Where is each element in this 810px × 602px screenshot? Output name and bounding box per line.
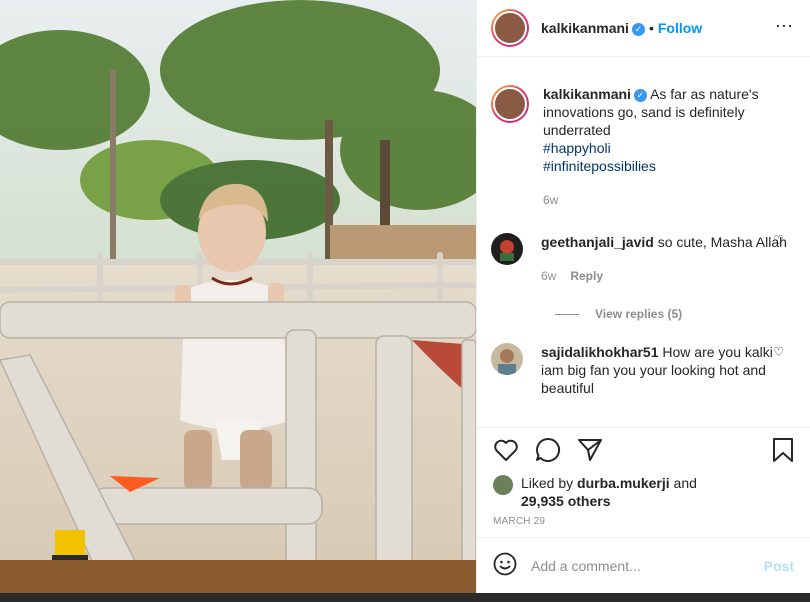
author-info: kalkikanmani ✓ • Follow [541,20,702,36]
liked-by-prefix: Liked by [521,475,574,491]
post-side-panel: kalkikanmani ✓ • Follow ⋯ kalkikanmani ✓ As … [476,0,810,593]
post-header: kalkikanmani ✓ • Follow ⋯ [477,0,810,57]
verified-badge-icon: ✓ [633,89,647,102]
share-paper-plane-icon[interactable] [577,437,603,466]
commenter-avatar-image [500,240,514,261]
more-options-icon[interactable]: ⋯ [775,17,794,35]
emoji-smiley-icon[interactable] [493,552,517,579]
comments-list[interactable]: kalkikanmani ✓ As far as nature's innovat… [477,57,810,427]
comment-item: sajidalikhokhar51 How are you kalki iam … [491,343,794,397]
post-image-illustration [0,0,476,602]
comment-username[interactable]: sajidalikhokhar51 [541,344,659,360]
view-replies-label: View replies (5) [595,307,683,321]
reply-button[interactable]: Reply [570,269,603,283]
bookmark-icon[interactable] [772,437,794,466]
comment-input[interactable] [531,557,764,574]
follow-button[interactable]: Follow [658,20,702,36]
add-comment-bar: Post [477,537,810,593]
likes-text: Liked by durba.mukerji and 29,935 others [521,474,697,510]
comment-meta: 6w Reply [541,267,787,285]
comment-body: sajidalikhokhar51 How are you kalki iam … [541,343,794,397]
action-icons [493,437,794,466]
post-photo[interactable] [0,0,476,602]
comment-bubble-icon[interactable] [535,437,561,466]
author-username[interactable]: kalkikanmani [541,20,629,36]
caption-avatar[interactable] [491,85,529,123]
post-comment-button[interactable]: Post [764,558,794,574]
verified-badge-icon: ✓ [631,23,645,36]
view-replies-line [555,313,579,315]
like-comment-heart-icon[interactable]: ♡ [773,345,784,359]
caption-username[interactable]: kalkikanmani [543,86,631,102]
view-replies-button[interactable]: View replies (5) [555,307,794,321]
comment-text: so cute, Masha Allah [657,234,787,250]
separator-dot: • [648,20,654,36]
commenter-avatar[interactable] [491,343,523,375]
post-date[interactable]: MARCH 29 [493,516,794,527]
like-heart-icon[interactable] [493,438,519,465]
caption-body: kalkikanmani ✓ As far as nature's innovat… [543,85,794,209]
caption: kalkikanmani ✓ As far as nature's innovat… [491,85,794,209]
page-bottom-strip [0,593,810,602]
likes-summary: Liked by durba.mukerji and 29,935 others [493,474,794,510]
like-comment-heart-icon[interactable]: ♡ [773,233,784,247]
hashtag-infinitepossibilies[interactable]: #infinitepossibilies [543,157,794,175]
commenter-avatar-image [498,349,516,375]
commenter-avatar[interactable] [491,233,523,265]
author-avatar[interactable] [491,9,529,47]
comment-item: geethanjali_javid so cute, Masha Allah 6… [491,233,794,285]
comment-age[interactable]: 6w [541,269,556,283]
liked-by-and: and [673,475,697,491]
hashtag-happyholi[interactable]: #happyholi [543,139,794,157]
liker-avatar[interactable] [493,475,513,495]
likes-count[interactable]: 29,935 others [521,493,611,509]
action-bar: Liked by durba.mukerji and 29,935 others… [477,427,810,527]
comment-username[interactable]: geethanjali_javid [541,234,654,250]
liked-by-user[interactable]: durba.mukerji [577,475,670,491]
comment-body: geethanjali_javid so cute, Masha Allah 6… [541,233,787,285]
caption-age[interactable]: 6w [543,191,794,209]
